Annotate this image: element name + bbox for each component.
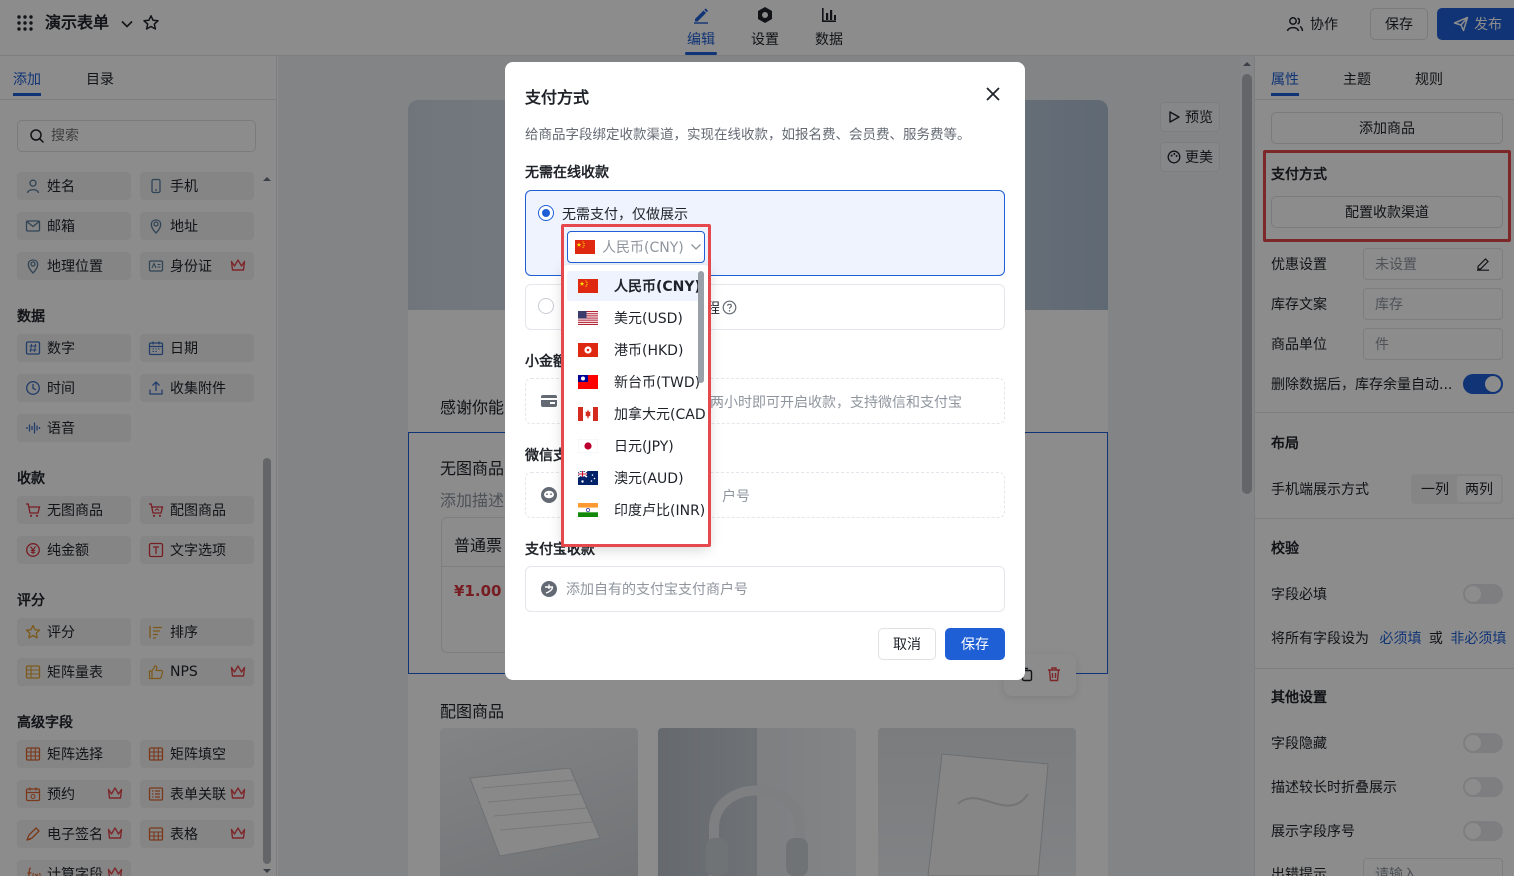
alipay-card[interactable]: 添加自有的支付宝支付商户号 <box>525 566 1005 612</box>
alipay-icon <box>541 581 557 597</box>
no-online-title: 无需在线收款 <box>525 165 609 181</box>
close-icon[interactable] <box>985 86 1001 102</box>
dialog-title: 支付方式 <box>525 88 590 107</box>
no-pay-option-label: 无需支付，仅做展示 <box>562 207 688 223</box>
card-icon <box>541 395 557 407</box>
small-amount-text: 决两小时即可开启收款，支持微信和支付宝 <box>696 395 962 411</box>
wechat-icon <box>541 487 557 503</box>
alipay-placeholder: 添加自有的支付宝支付商户号 <box>566 582 748 598</box>
radio-unselected[interactable] <box>538 298 554 314</box>
cancel-button[interactable]: 取消 <box>878 628 936 660</box>
dialog-save-button[interactable]: 保存 <box>945 628 1005 660</box>
dialog-description: 给商品字段绑定收款渠道，实现在线收款，如报名费、会员费、服务费等。 <box>525 127 971 143</box>
radio-selected[interactable] <box>538 205 554 221</box>
wechat-text: 户号 <box>722 489 750 505</box>
help-icon[interactable] <box>722 300 737 315</box>
currency-highlight-box <box>561 224 711 547</box>
